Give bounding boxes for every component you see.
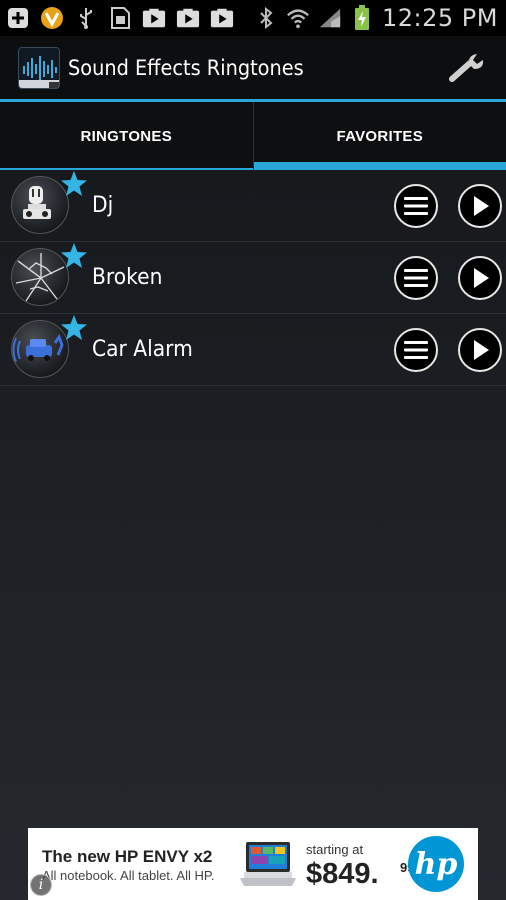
tab-bar: RINGTONES FAVORITES [0,102,506,170]
ad-subline: All notebook. All tablet. All HP. [42,868,215,883]
tab-favorites[interactable]: FAVORITES [253,102,506,170]
ringtone-name: Car Alarm [92,337,193,362]
ad-headline: The new HP ENVY x2 [42,847,213,866]
bluetooth-icon [254,6,278,30]
action-bar: Sound Effects Ringtones [0,36,506,102]
add-icon [6,6,30,30]
info-icon[interactable]: i [30,874,52,896]
ad-price: $849. [306,858,379,890]
play-store-icon [142,6,166,30]
menu-button[interactable] [394,184,438,228]
signal-icon [318,6,342,30]
tab-ringtones[interactable]: RINGTONES [0,102,254,170]
sim-icon [108,6,132,30]
hp-logo: hp [408,836,464,892]
tab-indicator-selected [253,162,506,170]
menu-button[interactable] [394,256,438,300]
list-item[interactable]: Dj [0,170,506,242]
ringtone-name: Broken [92,265,163,290]
menu-icon [404,269,428,287]
v-badge-icon [40,6,64,30]
menu-button[interactable] [394,328,438,372]
status-bar: 12:25 PM [0,0,506,36]
ringtone-name: Dj [92,193,114,218]
tab-favorites-label: FAVORITES [336,127,424,145]
app-title: Sound Effects Ringtones [68,55,304,80]
favorite-star-icon[interactable] [60,314,88,342]
laptop-image [238,834,300,896]
battery-charging-icon [350,5,374,30]
tab-ringtones-label: RINGTONES [80,127,173,145]
play-icon [474,196,489,216]
play-icon [474,340,489,360]
ringtone-list: Dj Broken Car Alarm [0,170,506,386]
play-store-icon [176,6,200,30]
ad-banner[interactable]: The new HP ENVY x2 All notebook. All tab… [28,828,478,900]
usb-icon [74,6,98,30]
wrench-icon[interactable] [446,48,490,88]
play-icon [474,268,489,288]
list-item[interactable]: Broken [0,242,506,314]
clock: 12:25 PM [382,4,498,32]
ad-price-prefix: starting at [306,842,364,857]
list-item[interactable]: Car Alarm [0,314,506,386]
menu-icon [404,341,428,359]
play-button[interactable] [458,184,502,228]
menu-icon [404,197,428,215]
play-button[interactable] [458,256,502,300]
favorite-star-icon[interactable] [60,242,88,270]
app-icon [18,46,60,89]
play-button[interactable] [458,328,502,372]
play-store-icon [210,6,234,30]
favorite-star-icon[interactable] [60,170,88,198]
wifi-icon [286,6,310,30]
